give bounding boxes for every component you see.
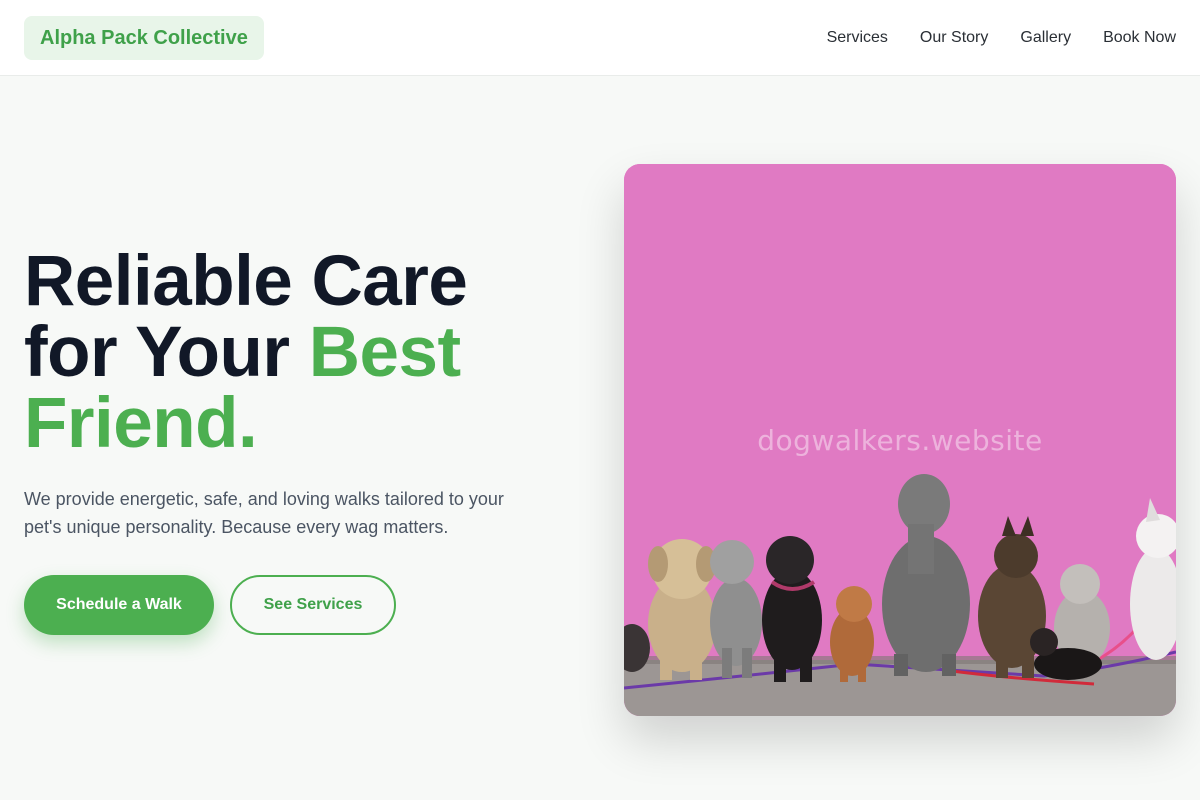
hero-text: Reliable Care for Your Best Friend. We p… <box>24 246 564 635</box>
see-services-button[interactable]: See Services <box>230 575 396 635</box>
hero-headline: Reliable Care for Your Best Friend. <box>24 246 564 459</box>
nav-link-our-story[interactable]: Our Story <box>920 29 988 47</box>
top-navbar: Alpha Pack Collective Services Our Story… <box>0 0 1200 76</box>
nav-link-gallery[interactable]: Gallery <box>1020 29 1071 47</box>
headline-accent-best: Best <box>308 313 461 392</box>
nav-links: Services Our Story Gallery Book Now <box>827 0 1176 76</box>
headline-line-1: Reliable Care <box>24 242 468 321</box>
nav-link-book-now[interactable]: Book Now <box>1103 29 1176 47</box>
nav-link-services[interactable]: Services <box>827 29 888 47</box>
brand-logo[interactable]: Alpha Pack Collective <box>24 16 264 60</box>
watermark-text: dogwalkers.website <box>757 424 1043 457</box>
hero-subtext: We provide energetic, safe, and loving w… <box>24 489 504 537</box>
schedule-walk-button[interactable]: Schedule a Walk <box>24 575 214 635</box>
headline-accent-friend: Friend. <box>24 384 258 463</box>
hero-dogs-photo: dogwalkers.website <box>624 164 1176 716</box>
cta-row: Schedule a Walk See Services <box>24 575 564 635</box>
headline-line-2-plain: for Your <box>24 313 309 392</box>
